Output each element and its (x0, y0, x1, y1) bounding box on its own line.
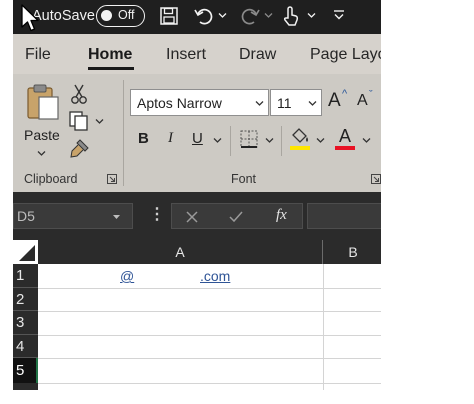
gridline (38, 383, 381, 384)
autosave-toggle-state: Off (118, 8, 135, 22)
font-name-chevron-down-icon (255, 101, 264, 106)
column-gridline (323, 264, 324, 390)
caret-down-icon: ˇ (369, 89, 373, 101)
italic-button[interactable]: I (168, 130, 173, 147)
decrease-font-size-label: A (357, 92, 368, 109)
row-header-3[interactable]: 3 (13, 311, 38, 335)
font-dialog-launcher-icon[interactable] (371, 174, 381, 184)
cancel-icon[interactable] (185, 210, 199, 224)
column-header-b-label: B (348, 244, 358, 260)
mouse-cursor-icon (21, 4, 39, 32)
decrease-font-size-button[interactable]: A ˇ (356, 88, 380, 116)
row-header-4-label: 4 (16, 338, 25, 355)
row-header-1[interactable]: 1 (13, 264, 38, 288)
gridline (38, 358, 381, 359)
fill-color-swatch (290, 146, 310, 150)
borders-icon[interactable] (239, 129, 259, 149)
underline-button[interactable]: U (192, 130, 203, 147)
ribbon-divider (230, 126, 231, 156)
redo-dropdown-icon[interactable] (264, 12, 273, 19)
redo-icon[interactable] (239, 5, 261, 27)
underline-dropdown-icon[interactable] (213, 137, 222, 144)
touch-mode-dropdown-icon[interactable] (307, 12, 316, 19)
customize-toolbar-icon[interactable] (333, 9, 345, 21)
tab-home-underline (88, 67, 134, 70)
name-box[interactable]: D5 (13, 203, 133, 229)
copy-dropdown-icon[interactable] (95, 118, 104, 125)
caret-up-icon: ^ (342, 88, 348, 100)
cell-a1-at-sign: @ (120, 268, 135, 284)
cut-icon[interactable] (70, 83, 88, 105)
gridline (38, 288, 381, 289)
column-header-a[interactable]: A (38, 240, 323, 264)
clipboard-group-label: Clipboard (24, 172, 78, 186)
row-header-5[interactable]: 5 (13, 358, 38, 383)
row-header-4[interactable]: 4 (13, 335, 38, 358)
paste-button[interactable]: Paste (17, 78, 67, 166)
column-headers: A B (13, 240, 381, 264)
formula-input[interactable] (307, 203, 381, 229)
ribbon-divider (281, 126, 282, 156)
gridline (38, 335, 381, 336)
font-color-dropdown-icon[interactable] (362, 137, 371, 144)
font-group-label: Font (231, 172, 257, 186)
font-name-dropdown[interactable]: Aptos Narrow (130, 89, 269, 116)
cell-a1[interactable]: @ .com (38, 264, 323, 288)
formula-bar: D5 ⋮ fx (13, 192, 381, 240)
row-header-2-label: 2 (16, 291, 25, 308)
cell-a1-domain: .com (200, 268, 231, 284)
tab-page-layout[interactable]: Page Layo (310, 46, 381, 64)
tab-file[interactable]: File (25, 46, 51, 64)
insert-function-button[interactable]: fx (276, 207, 287, 224)
ribbon: Paste Clipboard Aptos Narrow 11 A ^ A ˇ … (13, 74, 381, 192)
undo-icon[interactable] (193, 5, 215, 27)
select-all-button[interactable] (13, 240, 38, 264)
clipboard-dialog-launcher-icon[interactable] (107, 174, 117, 184)
name-box-value: D5 (17, 208, 35, 224)
excel-window: AutoSave Off File Home Insert Draw Page … (13, 0, 381, 390)
group-separator (123, 80, 124, 186)
row-header-5-label: 5 (16, 362, 25, 379)
name-box-chevron-down-icon (113, 215, 120, 219)
paste-icon (27, 84, 59, 120)
row-header-2[interactable]: 2 (13, 288, 38, 311)
autosave-label: AutoSave (32, 8, 95, 24)
formula-bar-options-icon[interactable]: ⋮ (149, 204, 165, 224)
font-size-value: 11 (277, 95, 292, 111)
title-bar: AutoSave Off (13, 0, 381, 34)
font-name-value: Aptos Narrow (137, 95, 222, 111)
font-size-dropdown[interactable]: 11 (270, 89, 322, 116)
borders-dropdown-icon[interactable] (265, 137, 274, 144)
fill-color-icon[interactable] (289, 127, 311, 145)
row-header-1-label: 1 (16, 267, 25, 284)
paste-label: Paste (24, 127, 60, 143)
toggle-knob-icon (101, 10, 112, 21)
formula-buttons: fx (171, 203, 303, 229)
font-color-swatch (335, 146, 355, 150)
increase-font-size-button[interactable]: A ^ (327, 88, 353, 116)
row-header-3-label: 3 (16, 314, 25, 331)
paste-dropdown-icon (37, 151, 46, 156)
touch-mode-icon[interactable] (281, 4, 301, 28)
tab-insert[interactable]: Insert (166, 46, 206, 64)
increase-font-size-label: A (328, 90, 341, 111)
select-all-triangle-icon (19, 245, 35, 261)
gridline (38, 311, 381, 312)
font-color-button[interactable]: A (339, 126, 351, 147)
undo-dropdown-icon[interactable] (218, 12, 227, 19)
tab-home[interactable]: Home (88, 46, 132, 64)
bold-button[interactable]: B (138, 130, 149, 147)
copy-icon[interactable] (68, 110, 90, 132)
font-size-chevron-down-icon (308, 101, 317, 106)
fill-color-dropdown-icon[interactable] (316, 137, 325, 144)
tab-draw[interactable]: Draw (239, 46, 276, 64)
column-header-b[interactable]: B (323, 240, 381, 264)
ribbon-tabs: File Home Insert Draw Page Layo (13, 34, 381, 74)
format-painter-icon[interactable] (68, 138, 90, 160)
save-icon[interactable] (159, 6, 179, 26)
column-header-a-label: A (175, 244, 185, 260)
autosave-toggle[interactable]: Off (96, 5, 145, 27)
enter-check-icon[interactable] (228, 210, 244, 224)
